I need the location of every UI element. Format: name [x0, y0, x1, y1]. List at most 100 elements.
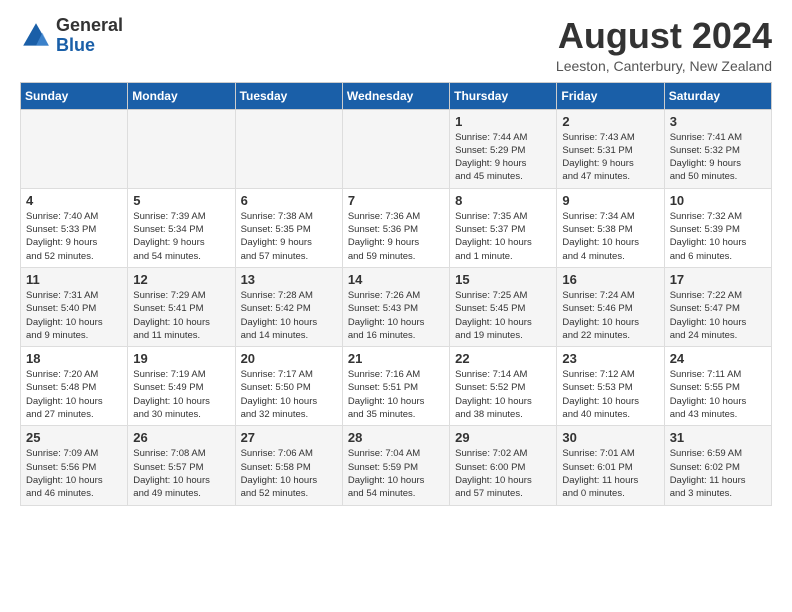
calendar-cell: 3 Sunrise: 7:41 AM Sunset: 5:32 PM Daylig…	[664, 109, 771, 188]
day-number: 15	[455, 272, 551, 287]
day-info: Sunrise: 7:22 AM Sunset: 5:47 PM Dayligh…	[670, 289, 766, 342]
header-cell-saturday: Saturday	[664, 82, 771, 109]
calendar-cell: 20Sunrise: 7:17 AM Sunset: 5:50 PM Dayli…	[235, 347, 342, 426]
day-info: Sunrise: 7:34 AM Sunset: 5:38 PM Dayligh…	[562, 210, 658, 263]
day-info: Sunrise: 7:20 AM Sunset: 5:48 PM Dayligh…	[26, 368, 122, 421]
day-number: 6	[241, 193, 337, 208]
calendar-cell: 29 Sunrise: 7:02 AM Sunset: 6:00 PM Dayli…	[450, 426, 557, 505]
header-cell-monday: Monday	[128, 82, 235, 109]
calendar-cell: 7 Sunrise: 7:36 AM Sunset: 5:36 PM Daylig…	[342, 188, 449, 267]
day-number: 31	[670, 430, 766, 445]
day-info: Sunrise: 7:32 AM Sunset: 5:39 PM Dayligh…	[670, 210, 766, 263]
day-number: 13	[241, 272, 337, 287]
calendar-cell	[21, 109, 128, 188]
calendar-cell	[128, 109, 235, 188]
day-info: Sunrise: 7:01 AM Sunset: 6:01 PM Dayligh…	[562, 447, 658, 500]
day-info: Sunrise: 7:39 AM Sunset: 5:34 PM Dayligh…	[133, 210, 229, 263]
day-number: 23	[562, 351, 658, 366]
calendar-cell: 26 Sunrise: 7:08 AM Sunset: 5:57 PM Dayli…	[128, 426, 235, 505]
calendar-cell: 8 Sunrise: 7:35 AM Sunset: 5:37 PM Daylig…	[450, 188, 557, 267]
calendar-cell	[342, 109, 449, 188]
header-cell-thursday: Thursday	[450, 82, 557, 109]
calendar-cell: 18 Sunrise: 7:20 AM Sunset: 5:48 PM Dayli…	[21, 347, 128, 426]
day-number: 24	[670, 351, 766, 366]
calendar-cell: 12 Sunrise: 7:29 AM Sunset: 5:41 PM Dayli…	[128, 267, 235, 346]
header-cell-friday: Friday	[557, 82, 664, 109]
day-number: 18	[26, 351, 122, 366]
day-info: Sunrise: 7:36 AM Sunset: 5:36 PM Dayligh…	[348, 210, 444, 263]
day-info: Sunrise: 6:59 AM Sunset: 6:02 PM Dayligh…	[670, 447, 766, 500]
day-number: 17	[670, 272, 766, 287]
day-number: 5	[133, 193, 229, 208]
calendar-cell: 24 Sunrise: 7:11 AM Sunset: 5:55 PM Dayli…	[664, 347, 771, 426]
calendar-cell: 19Sunrise: 7:19 AM Sunset: 5:49 PM Dayli…	[128, 347, 235, 426]
day-number: 1	[455, 114, 551, 129]
calendar-cell: 5 Sunrise: 7:39 AM Sunset: 5:34 PM Daylig…	[128, 188, 235, 267]
day-info: Sunrise: 7:19 AM Sunset: 5:49 PM Dayligh…	[133, 368, 229, 421]
day-info: Sunrise: 7:09 AM Sunset: 5:56 PM Dayligh…	[26, 447, 122, 500]
week-row-4: 18 Sunrise: 7:20 AM Sunset: 5:48 PM Dayli…	[21, 347, 772, 426]
day-info: Sunrise: 7:35 AM Sunset: 5:37 PM Dayligh…	[455, 210, 551, 263]
calendar-cell: 28Sunrise: 7:04 AM Sunset: 5:59 PM Dayli…	[342, 426, 449, 505]
day-number: 26	[133, 430, 229, 445]
calendar-table: SundayMondayTuesdayWednesdayThursdayFrid…	[20, 82, 772, 506]
header-cell-sunday: Sunday	[21, 82, 128, 109]
day-number: 14	[348, 272, 444, 287]
title-block: August 2024 Leeston, Canterbury, New Zea…	[556, 16, 772, 74]
day-info: Sunrise: 7:43 AM Sunset: 5:31 PM Dayligh…	[562, 131, 658, 184]
logo-text: General Blue	[56, 16, 123, 56]
day-number: 25	[26, 430, 122, 445]
calendar-cell: 23Sunrise: 7:12 AM Sunset: 5:53 PM Dayli…	[557, 347, 664, 426]
day-info: Sunrise: 7:26 AM Sunset: 5:43 PM Dayligh…	[348, 289, 444, 342]
day-number: 10	[670, 193, 766, 208]
day-number: 29	[455, 430, 551, 445]
week-row-3: 11Sunrise: 7:31 AM Sunset: 5:40 PM Dayli…	[21, 267, 772, 346]
day-info: Sunrise: 7:38 AM Sunset: 5:35 PM Dayligh…	[241, 210, 337, 263]
week-row-1: 1 Sunrise: 7:44 AM Sunset: 5:29 PM Daylig…	[21, 109, 772, 188]
calendar-body: 1 Sunrise: 7:44 AM Sunset: 5:29 PM Daylig…	[21, 109, 772, 505]
day-info: Sunrise: 7:02 AM Sunset: 6:00 PM Dayligh…	[455, 447, 551, 500]
day-number: 12	[133, 272, 229, 287]
calendar-cell: 11Sunrise: 7:31 AM Sunset: 5:40 PM Dayli…	[21, 267, 128, 346]
day-number: 7	[348, 193, 444, 208]
calendar-cell: 21Sunrise: 7:16 AM Sunset: 5:51 PM Dayli…	[342, 347, 449, 426]
subtitle: Leeston, Canterbury, New Zealand	[556, 58, 772, 74]
day-info: Sunrise: 7:40 AM Sunset: 5:33 PM Dayligh…	[26, 210, 122, 263]
logo-general: General	[56, 16, 123, 36]
calendar-cell: 17 Sunrise: 7:22 AM Sunset: 5:47 PM Dayli…	[664, 267, 771, 346]
day-info: Sunrise: 7:41 AM Sunset: 5:32 PM Dayligh…	[670, 131, 766, 184]
day-info: Sunrise: 7:11 AM Sunset: 5:55 PM Dayligh…	[670, 368, 766, 421]
calendar-cell: 10 Sunrise: 7:32 AM Sunset: 5:39 PM Dayli…	[664, 188, 771, 267]
day-number: 3	[670, 114, 766, 129]
logo-icon	[20, 20, 52, 52]
day-number: 20	[241, 351, 337, 366]
day-info: Sunrise: 7:44 AM Sunset: 5:29 PM Dayligh…	[455, 131, 551, 184]
logo: General Blue	[20, 16, 123, 56]
calendar-cell: 4Sunrise: 7:40 AM Sunset: 5:33 PM Daylig…	[21, 188, 128, 267]
day-info: Sunrise: 7:24 AM Sunset: 5:46 PM Dayligh…	[562, 289, 658, 342]
calendar-cell: 6 Sunrise: 7:38 AM Sunset: 5:35 PM Daylig…	[235, 188, 342, 267]
day-number: 22	[455, 351, 551, 366]
day-info: Sunrise: 7:29 AM Sunset: 5:41 PM Dayligh…	[133, 289, 229, 342]
day-info: Sunrise: 7:31 AM Sunset: 5:40 PM Dayligh…	[26, 289, 122, 342]
header-cell-tuesday: Tuesday	[235, 82, 342, 109]
day-info: Sunrise: 7:25 AM Sunset: 5:45 PM Dayligh…	[455, 289, 551, 342]
calendar-cell: 15 Sunrise: 7:25 AM Sunset: 5:45 PM Dayli…	[450, 267, 557, 346]
day-info: Sunrise: 7:06 AM Sunset: 5:58 PM Dayligh…	[241, 447, 337, 500]
calendar-cell: 30Sunrise: 7:01 AM Sunset: 6:01 PM Dayli…	[557, 426, 664, 505]
calendar-cell: 14 Sunrise: 7:26 AM Sunset: 5:43 PM Dayli…	[342, 267, 449, 346]
day-info: Sunrise: 7:08 AM Sunset: 5:57 PM Dayligh…	[133, 447, 229, 500]
day-number: 21	[348, 351, 444, 366]
calendar-header: SundayMondayTuesdayWednesdayThursdayFrid…	[21, 82, 772, 109]
calendar-cell: 31 Sunrise: 6:59 AM Sunset: 6:02 PM Dayli…	[664, 426, 771, 505]
day-number: 2	[562, 114, 658, 129]
calendar-cell: 25 Sunrise: 7:09 AM Sunset: 5:56 PM Dayli…	[21, 426, 128, 505]
day-info: Sunrise: 7:14 AM Sunset: 5:52 PM Dayligh…	[455, 368, 551, 421]
calendar-cell	[235, 109, 342, 188]
calendar-cell: 16Sunrise: 7:24 AM Sunset: 5:46 PM Dayli…	[557, 267, 664, 346]
day-number: 8	[455, 193, 551, 208]
day-number: 27	[241, 430, 337, 445]
day-number: 9	[562, 193, 658, 208]
main-title: August 2024	[556, 16, 772, 56]
day-number: 28	[348, 430, 444, 445]
